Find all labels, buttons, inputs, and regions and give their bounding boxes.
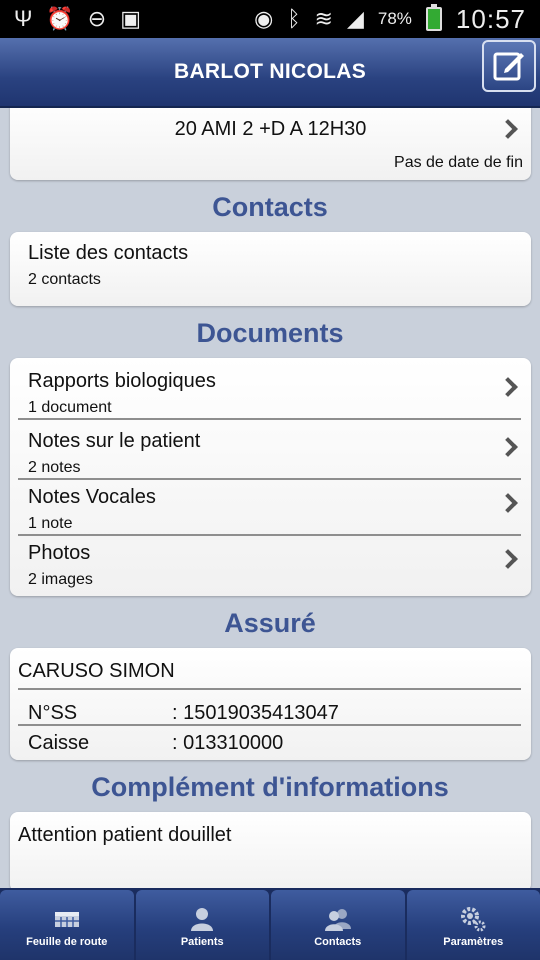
- alarm-icon: ⏰: [46, 6, 74, 31]
- complement-section-title: Complément d'informations: [91, 772, 449, 802]
- usb-icon: Ψ: [14, 6, 33, 31]
- bottom-tab-bar: Feuille de route Patients Contacts Param…: [0, 888, 540, 960]
- gear-icon: [458, 906, 488, 932]
- list-item-subtitle: 1 note: [28, 515, 73, 532]
- complement-card: Attention patient douillet: [10, 812, 531, 888]
- documents-item-notes-vocales[interactable]: Notes Vocales 1 note: [28, 486, 521, 536]
- status-bar: Ψ ⏰ ⊖ ▣ ◉ ᛒ ≋ ◢ 78% 10:57: [0, 0, 540, 38]
- nss-label: N°SS: [28, 702, 78, 724]
- documents-item-photos[interactable]: Photos 2 images: [28, 542, 521, 592]
- wifi-icon: ≋: [314, 6, 333, 31]
- documents-item-rapports[interactable]: Rapports biologiques 1 document: [28, 370, 521, 420]
- tab-label: Patients: [180, 936, 224, 948]
- list-item-title: Notes Vocales: [28, 486, 156, 508]
- image-icon: ▣: [120, 6, 142, 31]
- divider: [18, 534, 521, 536]
- assure-card: CARUSO SIMON N°SS : 15019035413047 Caiss…: [10, 648, 531, 760]
- documents-card: Rapports biologiques 1 document Notes su…: [10, 358, 531, 596]
- contacts-section-title: Contacts: [212, 192, 328, 222]
- tab-patients[interactable]: Patients: [135, 890, 269, 960]
- contacts-icon: [323, 906, 353, 932]
- documents-section-title: Documents: [196, 318, 344, 348]
- tab-label: Paramètres: [443, 936, 504, 948]
- tab-label: Contacts: [314, 936, 362, 948]
- nss-value: : 15019035413047: [172, 702, 339, 724]
- edit-icon: [493, 52, 524, 81]
- divider: [18, 688, 521, 690]
- tab-parametres[interactable]: Paramètres: [406, 890, 540, 960]
- divider: [18, 418, 521, 420]
- assure-name: CARUSO SIMON: [18, 660, 175, 682]
- patient-detail-content: 20 AMI 2 +D A 12H30 Pas de date de fin C…: [0, 108, 540, 888]
- list-item-subtitle: 2 notes: [28, 459, 81, 476]
- header-bar: BARLOT NICOLAS: [0, 38, 540, 108]
- tab-label: Feuille de route: [26, 936, 108, 948]
- clock: 10:57: [455, 3, 526, 34]
- route-sheet-icon: [52, 906, 82, 932]
- bluetooth-icon: ᛒ: [287, 6, 301, 31]
- divider: [18, 724, 521, 726]
- list-item-title: Photos: [28, 542, 91, 564]
- edit-button[interactable]: [482, 40, 536, 92]
- caisse-value: : 013310000: [172, 732, 284, 754]
- assure-section-title: Assuré: [224, 608, 316, 638]
- list-item-title: Rapports biologiques: [28, 370, 216, 392]
- tab-feuille-de-route[interactable]: Feuille de route: [0, 890, 134, 960]
- tab-contacts[interactable]: Contacts: [271, 890, 405, 960]
- contacts-card: Liste des contacts 2 contacts: [10, 232, 531, 306]
- complement-text: Attention patient douillet: [18, 824, 232, 846]
- list-item-title: Notes sur le patient: [28, 430, 201, 452]
- schedule-title: 20 AMI 2 +D A 12H30: [174, 118, 367, 140]
- eye-icon: ◉: [254, 6, 274, 31]
- list-item-subtitle: 1 document: [28, 399, 112, 416]
- patient-icon: [187, 906, 217, 932]
- schedule-end-note: Pas de date de fin: [394, 154, 523, 171]
- battery-percent: 78%: [377, 9, 412, 28]
- list-item-title: Liste des contacts: [28, 242, 189, 264]
- do-not-disturb-icon: ⊖: [87, 6, 107, 31]
- signal-icon: ◢: [346, 6, 364, 31]
- schedule-card[interactable]: 20 AMI 2 +D A 12H30 Pas de date de fin: [10, 108, 531, 180]
- list-item-subtitle: 2 contacts: [28, 271, 101, 288]
- divider: [18, 478, 521, 480]
- documents-item-notes[interactable]: Notes sur le patient 2 notes: [28, 430, 521, 480]
- caisse-label: Caisse: [28, 732, 90, 754]
- list-item-subtitle: 2 images: [28, 571, 93, 588]
- page-title: BARLOT NICOLAS: [173, 60, 367, 83]
- battery-icon: [425, 4, 442, 31]
- contacts-list-item[interactable]: Liste des contacts 2 contacts: [28, 242, 521, 289]
